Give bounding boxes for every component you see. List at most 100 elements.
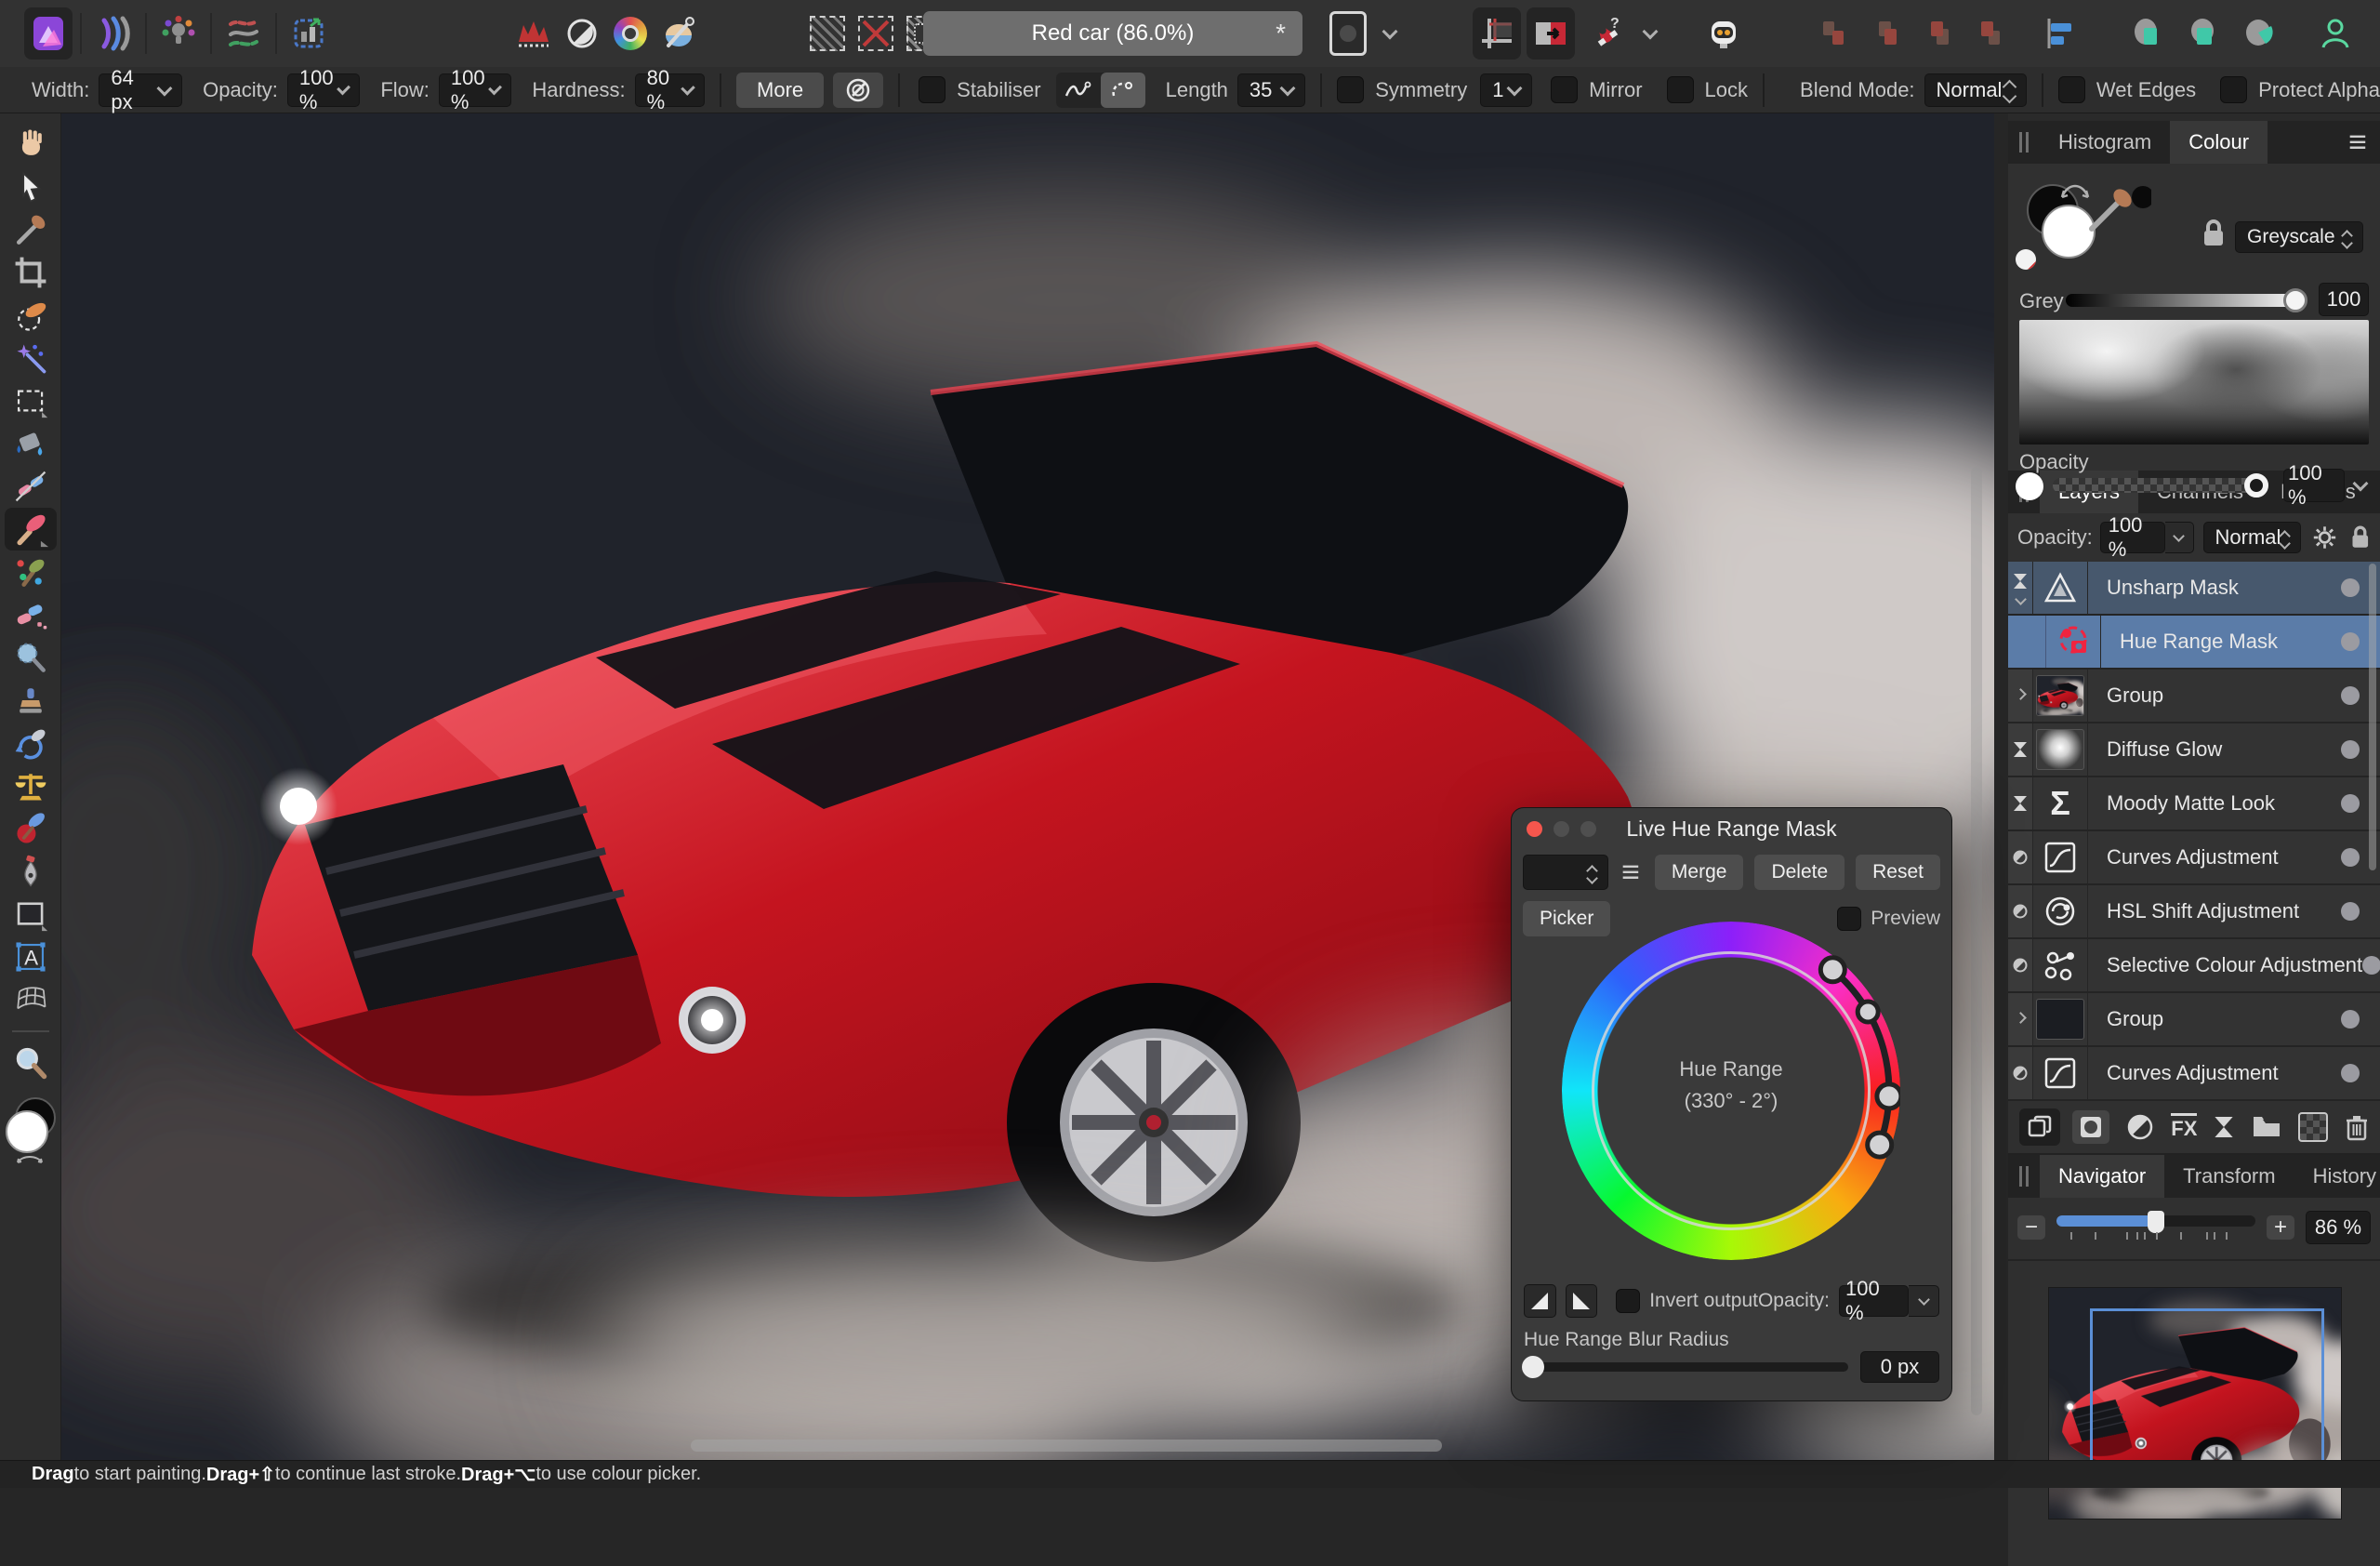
- layer-visibility-toggle[interactable]: [2341, 794, 2360, 813]
- rope-stabiliser-button[interactable]: [1056, 73, 1101, 108]
- colour-swatches[interactable]: [4, 1097, 58, 1164]
- layer-visibility-toggle[interactable]: [2341, 1010, 2360, 1029]
- gradient-tool[interactable]: [5, 465, 57, 508]
- colour-mode-select[interactable]: Greyscale: [2235, 221, 2363, 253]
- layer-row[interactable]: Curves Adjustment: [2008, 1047, 2380, 1101]
- marquee-tool[interactable]: [5, 379, 57, 422]
- grey-value-field[interactable]: 100: [2319, 283, 2369, 316]
- dialog-opacity-dropdown[interactable]: [1909, 1285, 1940, 1317]
- layer-settings-gear-icon[interactable]: [2312, 524, 2337, 551]
- expand-chevron-icon[interactable]: [2014, 592, 2027, 605]
- adjustment-layer-icon[interactable]: [2126, 1113, 2154, 1141]
- mesh-warp-tool[interactable]: [5, 978, 57, 1021]
- auto-colour-button[interactable]: [606, 7, 654, 60]
- blend-mode-select[interactable]: Normal: [1924, 73, 2027, 107]
- length-combo[interactable]: 35: [1236, 73, 1306, 107]
- layer-row[interactable]: Diffuse Glow: [2008, 723, 2380, 777]
- hue-range-handle-start[interactable]: [1855, 999, 1881, 1025]
- delete-button[interactable]: Delete: [1754, 855, 1845, 890]
- view-tool[interactable]: [5, 123, 57, 166]
- wet-edges-checkbox[interactable]: [2057, 76, 2085, 103]
- crop-tool[interactable]: [5, 251, 57, 294]
- clone-brush-tool[interactable]: [5, 679, 57, 722]
- colour-opacity-dropdown[interactable]: [2348, 469, 2373, 502]
- alignment-button[interactable]: [2036, 7, 2084, 60]
- opacity-combo[interactable]: 100 %: [286, 66, 361, 113]
- protect-alpha-checkbox[interactable]: [2220, 76, 2248, 103]
- snapping-dropdown[interactable]: [1634, 7, 1666, 60]
- blur-radius-handle[interactable]: [1522, 1356, 1544, 1378]
- tab-navigator[interactable]: Navigator: [2040, 1155, 2165, 1198]
- colour-opacity-slider[interactable]: [2053, 473, 2268, 498]
- flow-combo[interactable]: 100 %: [438, 66, 512, 113]
- arrange-backward-button[interactable]: [1863, 7, 1911, 60]
- layers-scrollbar[interactable]: [2369, 564, 2376, 870]
- canvas-horizontal-scrollbar[interactable]: [691, 1440, 1442, 1452]
- layer-visibility-toggle[interactable]: [2341, 632, 2360, 651]
- ramp-down-button[interactable]: [1565, 1284, 1598, 1318]
- swap-colours-icon[interactable]: [13, 1151, 46, 1166]
- layer-row[interactable]: Group: [2008, 993, 2380, 1047]
- ramp-up-button[interactable]: [1524, 1284, 1556, 1318]
- mask-layer-button[interactable]: [2072, 1110, 2110, 1144]
- layer-effects-fx-icon[interactable]: FX: [2171, 1113, 2198, 1141]
- preset-select[interactable]: [1523, 855, 1609, 890]
- hue-range-mask-dialog[interactable]: Live Hue Range Mask ≡ Merge Delete Reset…: [1511, 807, 1952, 1401]
- tab-transform[interactable]: Transform: [2164, 1155, 2294, 1198]
- auto-white-balance-button[interactable]: [654, 7, 703, 60]
- tone-mapping-persona-button[interactable]: [219, 7, 268, 60]
- tab-colour[interactable]: Colour: [2170, 121, 2268, 164]
- layer-visibility-toggle[interactable]: [2341, 686, 2360, 705]
- account-button[interactable]: [2311, 7, 2360, 60]
- mask-op-intersect-button[interactable]: [2179, 7, 2228, 60]
- layer-visibility-toggle[interactable]: [2341, 848, 2360, 867]
- layers-opacity-field[interactable]: 100 %: [2099, 513, 2165, 561]
- minimize-icon[interactable]: [1554, 820, 1569, 837]
- dodge-burn-tool[interactable]: [5, 764, 57, 807]
- rectangle-tool[interactable]: [5, 893, 57, 936]
- selection-brush-tool[interactable]: [5, 294, 57, 337]
- view-mode-button[interactable]: [1324, 7, 1372, 60]
- no-colour-swatch[interactable]: [2016, 249, 2036, 270]
- zoom-window-icon[interactable]: [1580, 820, 1596, 837]
- flood-fill-tool[interactable]: [5, 422, 57, 465]
- navigator-viewport-rect[interactable]: [2090, 1308, 2324, 1472]
- zoom-tool[interactable]: [5, 1042, 57, 1084]
- hardness-combo[interactable]: 80 %: [634, 66, 706, 113]
- symmetry-count-combo[interactable]: 1: [1480, 73, 1533, 107]
- grey-slider-handle[interactable]: [2283, 288, 2307, 312]
- layer-row[interactable]: Curves Adjustment: [2008, 831, 2380, 885]
- layer-row[interactable]: Unsharp Mask: [2008, 562, 2380, 616]
- zoom-slider-track[interactable]: [2056, 1211, 2255, 1233]
- hue-wheel[interactable]: Hue Range (330° - 2°): [1562, 922, 1900, 1260]
- arrange-forward-button[interactable]: [1915, 7, 1964, 60]
- background-erase-tool[interactable]: [5, 636, 57, 679]
- brush-nozzle-button[interactable]: [833, 72, 884, 108]
- snapping-button[interactable]: ?: [1580, 7, 1629, 60]
- tab-histogram[interactable]: Histogram: [2040, 121, 2170, 164]
- merge-button[interactable]: Merge: [1654, 855, 1744, 890]
- layers-opacity-dropdown[interactable]: [2164, 522, 2194, 553]
- layer-row[interactable]: Group: [2008, 670, 2380, 723]
- tab-stock[interactable]: Stock: [2374, 471, 2380, 513]
- selection-deselect-button[interactable]: [852, 7, 900, 60]
- document-tab[interactable]: Red car (86.0%) *: [923, 11, 1302, 56]
- text-tool[interactable]: A: [5, 936, 57, 978]
- blur-radius-slider[interactable]: [1522, 1356, 1848, 1378]
- arrange-to-front-button[interactable]: [1967, 7, 2016, 60]
- layer-row[interactable]: HSL Shift Adjustment: [2008, 885, 2380, 939]
- foreground-colour-swatch[interactable]: [5, 1110, 48, 1153]
- more-button[interactable]: More: [736, 72, 825, 108]
- view-mode-dropdown[interactable]: [1372, 7, 1408, 60]
- live-filter-button-icon[interactable]: [2214, 1115, 2234, 1139]
- colour-replacement-brush-tool[interactable]: [5, 551, 57, 593]
- lock-icon[interactable]: [2202, 218, 2226, 249]
- expand-chevron-icon[interactable]: [2014, 687, 2027, 700]
- panel-grip[interactable]: [2019, 1166, 2029, 1187]
- expand-chevron-icon[interactable]: [2014, 1011, 2027, 1024]
- colour-panel-menu-icon[interactable]: ≡: [2348, 126, 2367, 158]
- erase-brush-tool[interactable]: [5, 593, 57, 636]
- add-pixel-layer-icon[interactable]: [2298, 1112, 2328, 1142]
- liquify-persona-button[interactable]: [89, 7, 138, 60]
- arrange-to-back-button[interactable]: [1811, 7, 1859, 60]
